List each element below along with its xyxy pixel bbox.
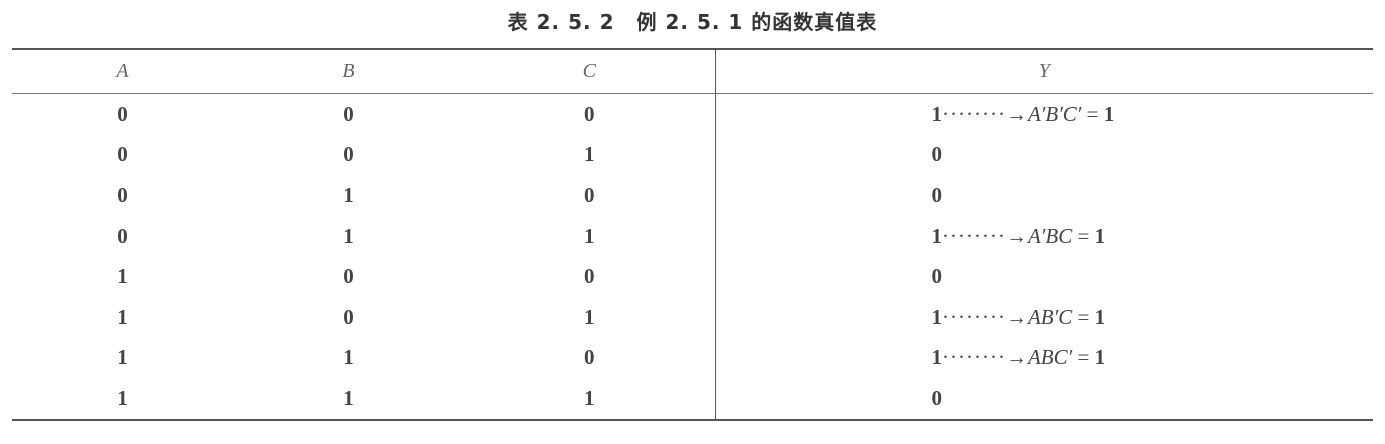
minterm-result: 1 — [1094, 223, 1106, 248]
cell-b: 0 — [343, 264, 354, 289]
minterm-equals: = — [1072, 345, 1095, 370]
cell-y: 1········→ABC′ = 1 — [715, 338, 1373, 379]
cell-c: 0 — [464, 256, 716, 297]
header-row: A B C Y — [12, 48, 1373, 94]
cell-b: 0 — [343, 142, 354, 167]
minterm-arrow: ········→ — [942, 223, 1028, 248]
cell-a: 1 — [117, 264, 128, 289]
cell-y: 1········→AB′C = 1 — [715, 297, 1373, 338]
cell-a: 0 — [117, 182, 128, 207]
cell-c: 1 — [464, 134, 716, 176]
table-row: 1 0 0 0 — [12, 256, 1373, 297]
table-row: 0 0 1 0 — [12, 134, 1373, 176]
minterm-equals: = — [1072, 223, 1095, 248]
cell-c: 0 — [464, 93, 716, 135]
y-value: 1 — [931, 345, 943, 370]
y-value: 0 — [931, 142, 943, 167]
table-row: 0 0 0 1········→A′B′C′ = 1 — [12, 93, 1373, 135]
cell-a: 1 — [117, 304, 128, 329]
header-c: C — [464, 48, 716, 94]
minterm-expression: AB′C — [1027, 304, 1073, 329]
cell-c: 0 — [464, 175, 716, 216]
y-value: 0 — [931, 385, 943, 410]
cell-b: 1 — [343, 345, 354, 370]
truth-table: A B C Y 0 0 0 1········→A′B′C′ = 1001001000… — [12, 48, 1373, 421]
minterm-equals: = — [1072, 304, 1095, 329]
minterm-equals: = — [1081, 101, 1104, 126]
table-number: 表 2. 5. 2 — [507, 10, 615, 34]
table-row: 1 0 1 1········→AB′C = 1 — [12, 296, 1373, 338]
cell-b: 1 — [233, 378, 464, 421]
minterm-arrow: ········→ — [942, 345, 1028, 370]
header-a: A — [12, 48, 233, 94]
cell-a: 1 — [12, 378, 233, 421]
y-value: 0 — [931, 264, 943, 289]
cell-a: 0 — [117, 101, 128, 126]
header-y: Y — [715, 48, 1373, 94]
y-value: 1 — [931, 223, 943, 248]
cell-b: 1 — [343, 223, 354, 248]
minterm-arrow: ········→ — [942, 304, 1028, 329]
cell-y: 0 — [715, 175, 1373, 216]
minterm-arrow: ········→ — [942, 101, 1028, 126]
cell-a: 0 — [117, 223, 128, 248]
minterm-result: 1 — [1094, 345, 1106, 370]
cell-c: 0 — [464, 337, 716, 379]
minterm-result: 1 — [1103, 101, 1115, 126]
y-value: 1 — [931, 101, 943, 126]
minterm-expression: ABC′ — [1027, 345, 1073, 370]
y-value: 0 — [931, 182, 943, 207]
cell-a: 1 — [117, 345, 128, 370]
cell-b: 0 — [343, 304, 354, 329]
table-row: 1 1 0 1········→ABC′ = 1 — [12, 337, 1373, 379]
cell-y: 0 — [715, 135, 1373, 176]
table-row: 1110 — [12, 378, 1373, 421]
cell-a: 0 — [117, 142, 128, 167]
table-caption: 表 2. 5. 2 例 2. 5. 1 的函数真值表 — [0, 6, 1385, 35]
minterm-result: 1 — [1094, 304, 1106, 329]
cell-y: 1········→A′B′C′ = 1 — [715, 94, 1373, 135]
table-row: 0 1 0 0 — [12, 175, 1373, 216]
header-b: B — [233, 48, 464, 94]
cell-y: 1········→A′BC = 1 — [715, 216, 1373, 257]
cell-y: 0 — [715, 256, 1373, 297]
cell-c: 1 — [464, 215, 716, 257]
cell-b: 1 — [343, 182, 354, 207]
cell-b: 0 — [343, 101, 354, 126]
cell-c: 1 — [464, 296, 716, 338]
minterm-expression: A′BC — [1027, 223, 1073, 248]
cell-y: 0 — [715, 378, 1373, 421]
cell-c: 1 — [464, 378, 716, 421]
table-title: 例 2. 5. 1 的函数真值表 — [636, 10, 878, 34]
minterm-expression: A′B′C′ — [1027, 101, 1082, 126]
y-value: 1 — [931, 304, 943, 329]
table-row: 0 1 1 1········→A′BC = 1 — [12, 215, 1373, 257]
